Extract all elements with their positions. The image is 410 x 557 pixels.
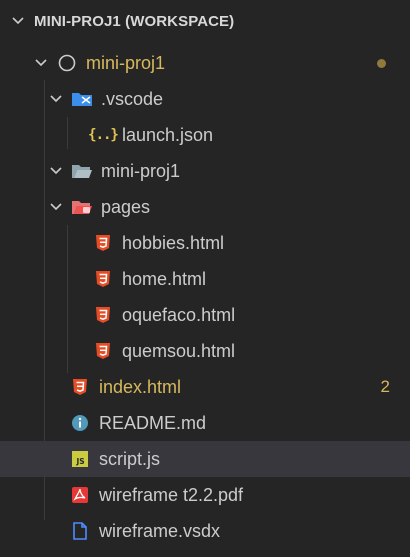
tree-item-label: wireframe.vsdx: [99, 520, 221, 541]
tree-item-pages-folder[interactable]: pages: [0, 189, 410, 225]
tree-item-vscode-folder[interactable]: .vscode: [0, 81, 410, 117]
tree-item-script-js[interactable]: JS script.js: [0, 441, 410, 477]
js-file-icon: JS: [69, 448, 91, 470]
tree-item-launch-json[interactable]: {..} launch.json: [0, 117, 410, 153]
tree-item-hobbies-html[interactable]: hobbies.html: [0, 225, 410, 261]
tree-item-miniproj-folder[interactable]: mini-proj1: [0, 153, 410, 189]
tree-item-root[interactable]: mini-proj1: [0, 45, 410, 81]
tree-item-label: launch.json: [122, 124, 214, 145]
html-file-icon: [92, 304, 114, 326]
tree-item-label: wireframe t2.2.pdf: [99, 484, 244, 505]
chevron-down-icon[interactable]: [47, 90, 65, 108]
tree-item-label: README.md: [99, 412, 207, 433]
tree-item-label: hobbies.html: [122, 232, 225, 253]
file-icon: [69, 520, 91, 542]
vscode-folder-icon: [71, 88, 93, 110]
workspace-title: MINI-PROJ1 (WORKSPACE): [34, 12, 235, 30]
modified-dot-icon: [377, 58, 386, 68]
chevron-down-icon[interactable]: [47, 162, 65, 180]
folder-open-icon: [71, 160, 93, 182]
html-file-icon: [92, 232, 114, 254]
tree-item-label: .vscode: [101, 88, 164, 109]
tree-item-label: mini-proj1: [101, 160, 181, 181]
tree-item-index-html[interactable]: index.html 2: [0, 369, 410, 405]
tree-item-label: quemsou.html: [122, 340, 236, 361]
chevron-down-icon[interactable]: [10, 13, 26, 29]
info-icon: [69, 412, 91, 434]
html-file-icon: [92, 340, 114, 362]
root-folder-circle-icon: [56, 52, 78, 74]
tree-item-label: index.html: [99, 376, 182, 397]
tree-item-label: pages: [101, 196, 151, 217]
pages-folder-icon: [71, 196, 93, 218]
tree-item-label: oquefaco.html: [122, 304, 236, 325]
tree-item-home-html[interactable]: home.html: [0, 261, 410, 297]
html-file-icon: [92, 268, 114, 290]
tree-item-oquefaco-html[interactable]: oquefaco.html: [0, 297, 410, 333]
svg-text:JS: JS: [76, 457, 85, 466]
tree-item-quemsou-html[interactable]: quemsou.html: [0, 333, 410, 369]
tree-item-wireframe-vsdx[interactable]: wireframe.vsdx: [0, 513, 410, 549]
json-file-icon: {..}: [88, 127, 119, 143]
tree-item-wireframe-pdf[interactable]: wireframe t2.2.pdf: [0, 477, 410, 513]
chevron-down-icon[interactable]: [32, 54, 50, 72]
html-file-icon: [69, 376, 91, 398]
tree-item-label: mini-proj1: [86, 52, 166, 73]
explorer-panel: MINI-PROJ1 (WORKSPACE) mini-proj1 .vscod…: [0, 0, 410, 557]
workspace-header[interactable]: MINI-PROJ1 (WORKSPACE): [0, 8, 410, 34]
pdf-file-icon: [69, 484, 91, 506]
chevron-down-icon[interactable]: [47, 198, 65, 216]
tree-item-label: script.js: [99, 448, 161, 469]
problems-count-badge: 2: [380, 377, 390, 396]
tree-item-label: home.html: [122, 268, 207, 289]
tree-item-readme-md[interactable]: README.md: [0, 405, 410, 441]
